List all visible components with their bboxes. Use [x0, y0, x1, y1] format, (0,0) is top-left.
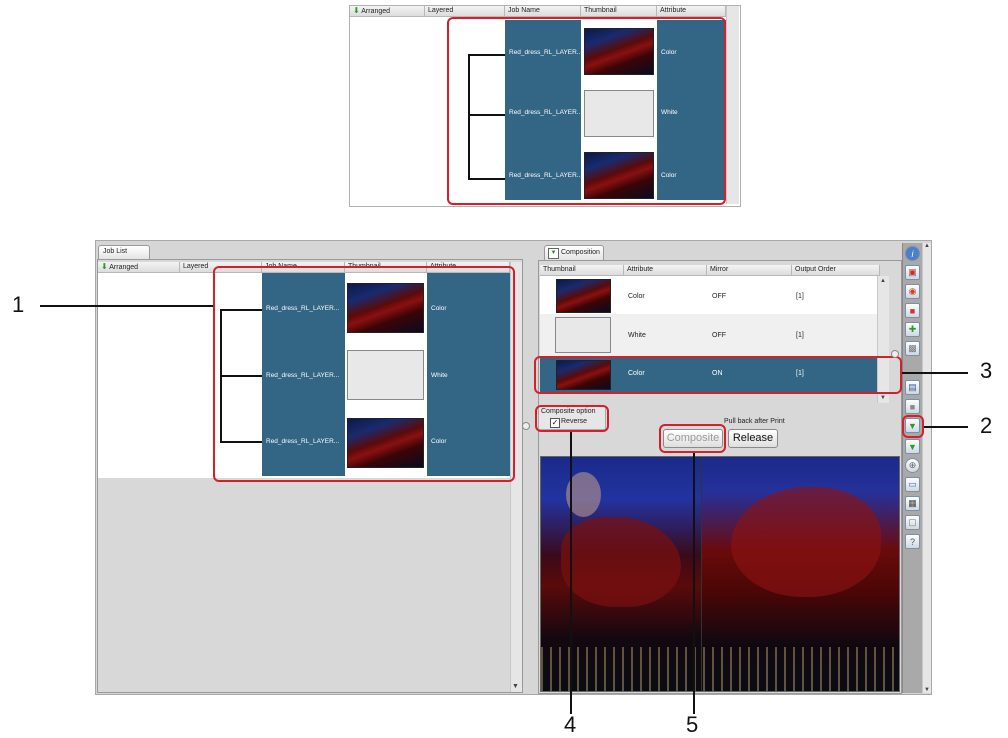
col-arranged[interactable]: ⬇ Arranged [98, 262, 180, 272]
callout-4: 4 [564, 712, 577, 737]
composite-preview [540, 456, 900, 692]
inset-panel: ⬇ Arranged Layered Job Name Thumbnail At… [349, 5, 741, 207]
inset-col-thumbnail[interactable]: Thumbnail [581, 6, 657, 16]
comp-row-order: [1] [796, 293, 804, 300]
trash-icon[interactable]: ▢ [905, 515, 920, 530]
scroll-down-arrow-icon[interactable]: ▼ [880, 395, 886, 401]
inset-header: ⬇ Arranged Layered Job Name Thumbnail At… [350, 6, 726, 17]
col-comp-mirror[interactable]: Mirror [707, 265, 792, 275]
callout-2: 2 [980, 413, 993, 438]
release-button[interactable]: Release [728, 429, 778, 448]
tab-composition[interactable]: ▼ Composition [544, 245, 604, 260]
splitter-handle[interactable] [891, 350, 899, 358]
comp-thumbnail [556, 279, 611, 313]
highlight-box-5 [659, 424, 726, 453]
callout-3: 3 [980, 358, 993, 383]
callout-line-5 [693, 453, 695, 714]
layout-icon[interactable]: ▣ [905, 265, 920, 280]
copy-icon[interactable]: ▭ [905, 477, 920, 492]
comp-row-mirror: OFF [712, 332, 726, 339]
callout-line-1 [40, 305, 213, 307]
info-icon[interactable]: i [905, 246, 920, 261]
scroll-down-arrow-icon[interactable]: ▼ [924, 687, 930, 693]
pullback-label[interactable]: Pull back after Print [724, 418, 785, 425]
col-comp-order[interactable]: Output Order [792, 265, 880, 275]
tab-composition-label: Composition [561, 249, 600, 256]
comp-row-attribute: White [628, 332, 646, 339]
highlight-box-2 [902, 415, 924, 438]
callout-line-3 [902, 372, 968, 374]
highlight-box-1 [213, 266, 515, 482]
scroll-down-arrow-icon[interactable]: ▼ [512, 683, 519, 690]
callout-5: 5 [686, 712, 699, 737]
inset-col-jobname[interactable]: Job Name [505, 6, 581, 16]
splitter-handle[interactable] [522, 422, 530, 430]
scroll-up-arrow-icon[interactable]: ▲ [924, 243, 930, 249]
composition-header: Thumbnail Attribute Mirror Output Order [540, 265, 880, 276]
preview-dress-right [731, 487, 881, 597]
scroll-up-arrow-icon[interactable]: ▲ [880, 278, 886, 284]
help-icon[interactable]: ? [905, 534, 920, 549]
inset-scrollbar[interactable] [726, 6, 739, 204]
comp-row-attribute: Color [628, 293, 645, 300]
stop-icon[interactable]: ■ [905, 303, 920, 318]
highlight-box-3 [534, 356, 902, 394]
callout-1: 1 [12, 292, 25, 317]
arrow-down-icon: ⬇ [101, 262, 108, 271]
tab-job-list[interactable]: Job List [98, 245, 150, 259]
grid-icon[interactable]: ▦ [905, 496, 920, 511]
col-comp-thumbnail[interactable]: Thumbnail [540, 265, 624, 275]
comp-thumbnail [555, 317, 611, 353]
color-icon[interactable]: ◉ [905, 284, 920, 299]
toolbar-scrollbar[interactable]: ▲ ▼ [922, 243, 931, 693]
gray-icon[interactable]: ■ [905, 399, 920, 414]
preview-divider [701, 457, 702, 691]
down-icon[interactable]: ▼ [905, 439, 920, 454]
comp-row-mirror: OFF [712, 293, 726, 300]
col-comp-attribute[interactable]: Attribute [624, 265, 707, 275]
print-icon[interactable]: ▤ [905, 380, 920, 395]
inset-col-arranged[interactable]: ⬇ Arranged [350, 6, 425, 16]
target-icon[interactable]: ⊕ [905, 458, 920, 473]
callout-line-2 [924, 426, 968, 428]
inset-col-layered[interactable]: Layered [425, 6, 505, 16]
tab-job-list-label: Job List [103, 248, 128, 255]
preview-city-lights [541, 647, 899, 691]
composition-icon: ▼ [548, 248, 559, 259]
merge-icon[interactable]: ▩ [905, 341, 920, 356]
callout-line-4 [570, 432, 572, 714]
arrow-down-icon: ⬇ [353, 6, 360, 15]
add-icon[interactable]: ✚ [905, 322, 920, 337]
comp-row-order: [1] [796, 332, 804, 339]
inset-highlight-box [447, 17, 726, 205]
highlight-box-4 [535, 405, 609, 432]
inset-col-attribute[interactable]: Attribute [657, 6, 726, 16]
